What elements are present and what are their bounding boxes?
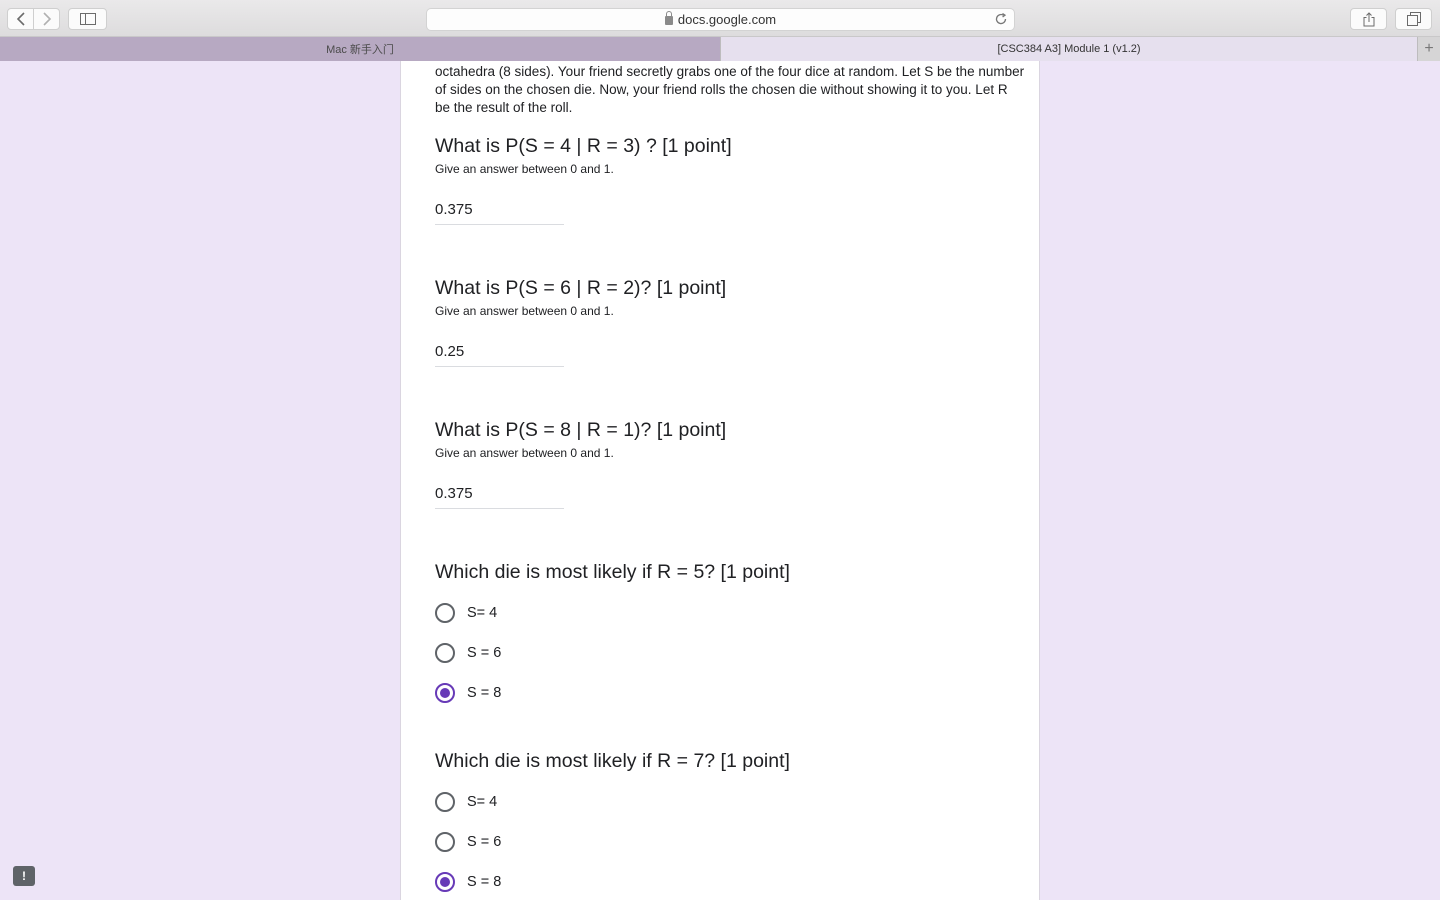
tab-bar: Mac 新手入门 [CSC384 A3] Module 1 (v1.2) +: [0, 37, 1440, 61]
reload-icon[interactable]: [994, 12, 1008, 26]
answer-input[interactable]: 0.25: [435, 343, 564, 367]
browser-toolbar: docs.google.com: [0, 0, 1440, 37]
address-url: docs.google.com: [677, 12, 777, 27]
question-title: Which die is most likely if R = 7? [1 po…: [435, 750, 790, 772]
sidebar-toggle-button[interactable]: [68, 8, 107, 30]
radio-button[interactable]: [435, 832, 455, 852]
exclamation-icon: !: [22, 869, 26, 883]
option-label: S = 8: [467, 685, 502, 701]
tabs-overview-icon: [1406, 12, 1421, 26]
radio-button-selected[interactable]: [435, 683, 455, 703]
option-label: S = 8: [467, 874, 502, 890]
answer-input[interactable]: 0.375: [435, 485, 564, 509]
question-title: Which die is most likely if R = 5? [1 po…: [435, 561, 790, 583]
question-title: What is P(S = 8 | R = 1)? [1 point]: [435, 419, 727, 441]
option-label: S = 6: [467, 645, 502, 661]
radio-button[interactable]: [435, 792, 455, 812]
question-intro-text: octahedra (8 sides). Your friend secretl…: [435, 64, 1025, 115]
forward-button[interactable]: [33, 8, 60, 30]
question-title: What is P(S = 4 | R = 3) ? [1 point]: [435, 135, 732, 157]
option-label: S= 4: [467, 794, 498, 810]
option-label: S= 4: [467, 605, 498, 621]
back-button[interactable]: [7, 8, 34, 30]
address-bar[interactable]: docs.google.com: [426, 8, 1015, 31]
radio-option[interactable]: S= 4: [435, 791, 497, 813]
plus-icon: +: [1424, 40, 1434, 57]
chevron-left-icon: [16, 12, 25, 26]
new-tab-button[interactable]: +: [1417, 37, 1440, 61]
question-help: Give an answer between 0 and 1.: [435, 162, 614, 176]
radio-option[interactable]: S = 8: [435, 871, 501, 893]
radio-option[interactable]: S= 4: [435, 602, 497, 624]
radio-option[interactable]: S = 8: [435, 682, 501, 704]
tab-mac-getting-started[interactable]: Mac 新手入门: [0, 37, 720, 61]
radio-button[interactable]: [435, 643, 455, 663]
tab-csc384-module[interactable]: [CSC384 A3] Module 1 (v1.2): [720, 37, 1417, 61]
answer-input[interactable]: 0.375: [435, 201, 564, 225]
tab-label: [CSC384 A3] Module 1 (v1.2): [997, 43, 1141, 55]
share-button[interactable]: [1350, 8, 1387, 30]
radio-button-selected[interactable]: [435, 872, 455, 892]
sidebar-icon: [79, 13, 96, 25]
feedback-button[interactable]: !: [13, 866, 35, 886]
form-card: octahedra (8 sides). Your friend secretl…: [400, 61, 1040, 900]
question-title: What is P(S = 6 | R = 2)? [1 point]: [435, 277, 727, 299]
chevron-right-icon: [42, 12, 51, 26]
radio-option[interactable]: S = 6: [435, 642, 501, 664]
show-tabs-button[interactable]: [1395, 8, 1432, 30]
lock-icon: [664, 11, 673, 25]
radio-option[interactable]: S = 6: [435, 831, 501, 853]
option-label: S = 6: [467, 834, 502, 850]
question-help: Give an answer between 0 and 1.: [435, 446, 614, 460]
tab-label: Mac 新手入门: [326, 44, 394, 56]
share-icon: [1363, 11, 1374, 26]
question-help: Give an answer between 0 and 1.: [435, 304, 614, 318]
radio-button[interactable]: [435, 603, 455, 623]
